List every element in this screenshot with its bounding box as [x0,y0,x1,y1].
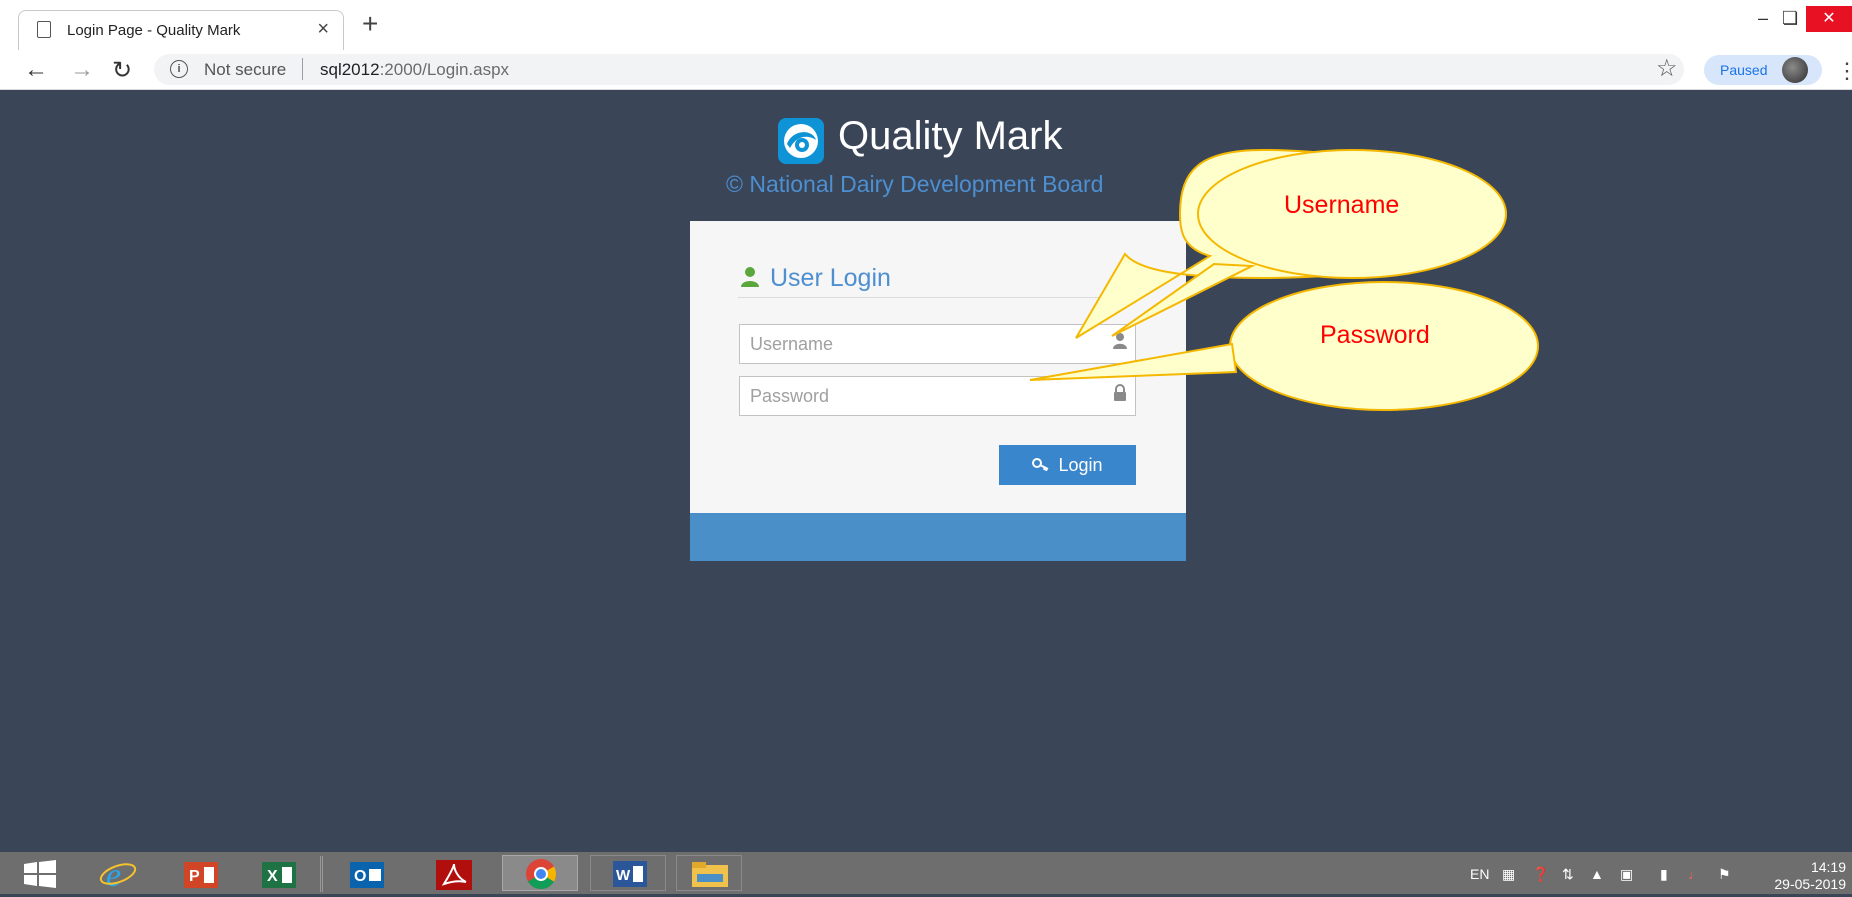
tray-network-icon[interactable]: ⇅ [1562,866,1574,883]
svg-text:X: X [267,868,278,885]
lock-icon [1112,384,1128,407]
tab-title: Login Page - Quality Mark [67,22,241,39]
bookmark-star-icon[interactable]: ☆ [1656,54,1678,83]
browser-toolbar: ← → ↻ i Not secure sql2012:2000/Login.as… [0,50,1852,90]
new-tab-button[interactable]: + [362,10,378,38]
svg-text:e: e [106,857,121,892]
windows-start-icon[interactable] [22,860,58,893]
tray-help-icon[interactable]: ❓ [1532,866,1549,883]
key-icon [1032,455,1050,476]
restore-icon[interactable]: ❏ [1782,8,1798,29]
window-close-icon[interactable]: ✕ [1806,6,1852,32]
username-callout-text: Username [1284,191,1400,219]
username-input[interactable] [739,324,1136,364]
acrobat-icon[interactable] [436,860,472,890]
tray-show-hidden-icon[interactable]: ▲ [1590,866,1604,882]
back-icon[interactable]: ← [24,56,48,84]
svg-text:P: P [189,868,200,885]
minimize-icon[interactable]: – [1758,8,1768,29]
address-separator [302,58,303,80]
powerpoint-icon[interactable]: P [184,862,218,888]
page-icon [37,21,51,38]
tray-battery-icon[interactable]: ▮ [1660,866,1668,883]
info-icon[interactable]: i [170,60,188,78]
avatar [1782,57,1808,83]
address-bar[interactable]: i Not secure sql2012:2000/Login.aspx [154,54,1684,85]
password-callout-text: Password [1320,321,1430,349]
folder-icon [691,860,729,893]
tray-acrobat-icon[interactable]: ▦ [1502,866,1515,883]
svg-text:W: W [616,867,631,884]
excel-icon[interactable]: X [262,862,296,888]
chrome-taskbar-button[interactable] [502,855,578,891]
word-icon: W [613,861,647,887]
profile-status: Paused [1720,62,1768,78]
reload-icon[interactable]: ↻ [112,56,132,85]
outlook-icon[interactable]: O [350,862,384,888]
url-text: sql2012:2000/Login.aspx [320,60,509,80]
profile-button[interactable]: Paused [1704,55,1822,85]
tab-close-icon[interactable]: × [317,18,329,41]
tray-date[interactable]: 29-05-2019 [1770,876,1846,892]
quality-mark-logo-icon [778,118,824,164]
tray-display-icon[interactable]: ▣ [1620,866,1633,883]
security-status: Not secure [204,60,287,79]
page-title: Quality Mark [838,114,1063,158]
tray-time[interactable]: 14:19 [1794,859,1846,875]
url-host: sql2012 [320,60,380,79]
username-field-icon [1112,332,1128,355]
heading-divider [738,297,1136,298]
login-panel-footer [690,513,1186,561]
browser-menu-icon[interactable]: ⋮ [1836,58,1852,84]
login-button[interactable]: Login [999,445,1136,485]
page-subtitle: © National Dairy Development Board [726,171,1104,197]
forward-icon[interactable]: → [70,56,94,84]
browser-tab[interactable]: Login Page - Quality Mark × [18,10,344,50]
password-input[interactable] [739,376,1136,416]
chrome-icon [526,859,557,890]
word-taskbar-button[interactable]: W [590,855,666,891]
login-button-label: Login [1058,454,1103,475]
login-heading: User Login [770,264,891,292]
tray-language[interactable]: EN [1470,866,1489,882]
file-explorer-taskbar-button[interactable] [676,855,742,891]
url-path: :2000/Login.aspx [379,60,510,79]
svg-text:O: O [354,868,366,885]
user-icon [740,266,760,288]
internet-explorer-icon[interactable]: e [98,856,138,897]
taskbar-divider [320,856,323,892]
tray-flag-icon[interactable]: ⚑ [1718,866,1731,883]
tray-volume-muted-icon[interactable]: ♩ [1688,866,1702,882]
